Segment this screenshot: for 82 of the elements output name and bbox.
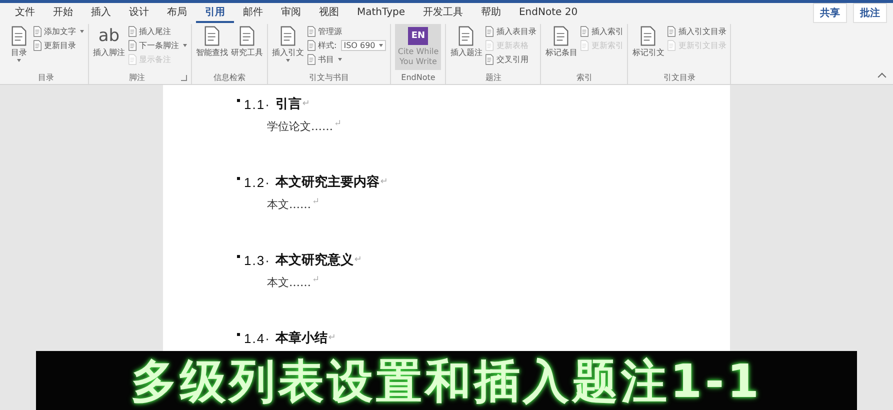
caret-icon (80, 30, 84, 33)
group-label: EndNote (401, 73, 436, 83)
ribbon-tab[interactable]: 邮件 (234, 4, 272, 22)
ribbon-tab[interactable]: 开始 (44, 4, 82, 22)
document-icon (485, 26, 494, 37)
share-button[interactable]: 共享 (813, 3, 847, 23)
ribbon-button[interactable]: 下一条脚注 (128, 39, 187, 52)
ribbon-button[interactable]: 标记条目 (545, 24, 578, 58)
document-icon (128, 26, 137, 37)
ribbon-button[interactable]: 插入引文 (272, 24, 304, 62)
ribbon-button[interactable]: 更新目录 (33, 39, 84, 52)
group-label: 信息检索 (214, 73, 246, 83)
caret-icon (338, 58, 342, 61)
document-icon (203, 26, 221, 46)
comments-button[interactable]: 批注 (853, 3, 887, 23)
group-label: 目录 (38, 73, 54, 83)
ribbon-tab[interactable]: 引用 (196, 4, 234, 22)
caret-icon (379, 44, 384, 47)
caption-text: 多级列表设置和插入题注1-1 (130, 354, 762, 406)
group-label: 题注 (485, 73, 502, 83)
ribbon-tab[interactable]: 布局 (158, 4, 196, 22)
ribbon-button[interactable]: 目录 (8, 24, 30, 62)
ribbon-tab[interactable]: 设计 (120, 4, 158, 22)
group-label: 脚注 (129, 73, 146, 83)
ribbon-button[interactable]: 插入尾注 (128, 25, 187, 38)
document-icon (128, 54, 137, 65)
ribbon-tab[interactable]: 视图 (310, 4, 348, 22)
ribbon-button[interactable]: 插入引文目录 (667, 25, 726, 38)
document-icon (457, 26, 476, 46)
heading-text: 1.3· 本文研究意义↵ (237, 247, 730, 273)
caret-icon (17, 59, 21, 62)
ribbon-tab[interactable]: 审阅 (272, 4, 310, 22)
ribbon-button[interactable]: EN Cite While You Write (395, 24, 442, 70)
document-icon (33, 26, 42, 37)
body-text: 本文……↵ (266, 274, 321, 291)
ribbon-button[interactable]: 插入表目录 (485, 25, 536, 38)
document-icon (485, 40, 494, 51)
document-icon (639, 26, 658, 46)
document-icon (580, 40, 590, 51)
ribbon-button[interactable]: 管理源 (307, 25, 386, 38)
document-icon (552, 26, 570, 46)
ribbon-tab[interactable]: EndNote 20 (510, 4, 587, 22)
heading-text: 1.1· 引言↵ (237, 91, 730, 117)
group-label: 引文与书目 (309, 73, 350, 83)
ribbon-button[interactable]: 添加文字 (33, 25, 84, 38)
group-label: 引文目录 (663, 73, 696, 83)
document-icon (128, 40, 137, 51)
ribbon-button[interactable]: 标记引文 (632, 24, 664, 58)
document-icon (238, 26, 256, 46)
document-icon (307, 40, 316, 51)
document-icon (279, 26, 297, 46)
ribbon-button[interactable]: 智能查找 (196, 24, 228, 58)
document-icon (667, 26, 676, 37)
style-dropdown[interactable]: 样式: ISO 690 (307, 39, 386, 52)
ribbon-button[interactable]: 交叉引用 (485, 53, 536, 66)
ribbon-button[interactable]: 研究工具 (231, 24, 263, 58)
body-text: 本文……↵ (266, 196, 321, 213)
endnote-logo-icon: EN (408, 27, 428, 45)
group-label: 索引 (576, 73, 592, 83)
ribbon-tab[interactable]: 插入 (82, 4, 120, 22)
document-icon (580, 26, 590, 37)
caret-icon (183, 44, 187, 47)
dialog-launcher-icon[interactable] (181, 75, 187, 81)
ribbon-button[interactable]: ab 插入脚注 (93, 24, 125, 58)
ribbon-tab[interactable]: 文件 (6, 4, 44, 22)
ribbon-tab[interactable]: 帮助 (472, 4, 510, 22)
heading-text: 1.4· 本章小结↵ (237, 325, 730, 351)
heading-text: 1.2· 本文研究主要内容↵ (237, 169, 730, 195)
caret-icon (286, 59, 290, 62)
footnote-icon: ab (98, 26, 120, 46)
body-text: 学位论文……↵ (266, 118, 343, 135)
document-icon (667, 40, 676, 51)
document-icon (485, 54, 494, 65)
ribbon-tab[interactable]: MathType (348, 4, 414, 22)
ribbon-button[interactable]: 插入题注 (450, 24, 482, 58)
document-icon (10, 26, 28, 46)
ribbon-tab[interactable]: 开发工具 (414, 4, 472, 22)
document-icon (307, 26, 316, 37)
document-icon (307, 54, 316, 65)
document-icon (33, 40, 42, 51)
ribbon-button[interactable]: 书目 (307, 53, 386, 66)
ribbon-button[interactable]: 插入索引 (580, 25, 624, 38)
